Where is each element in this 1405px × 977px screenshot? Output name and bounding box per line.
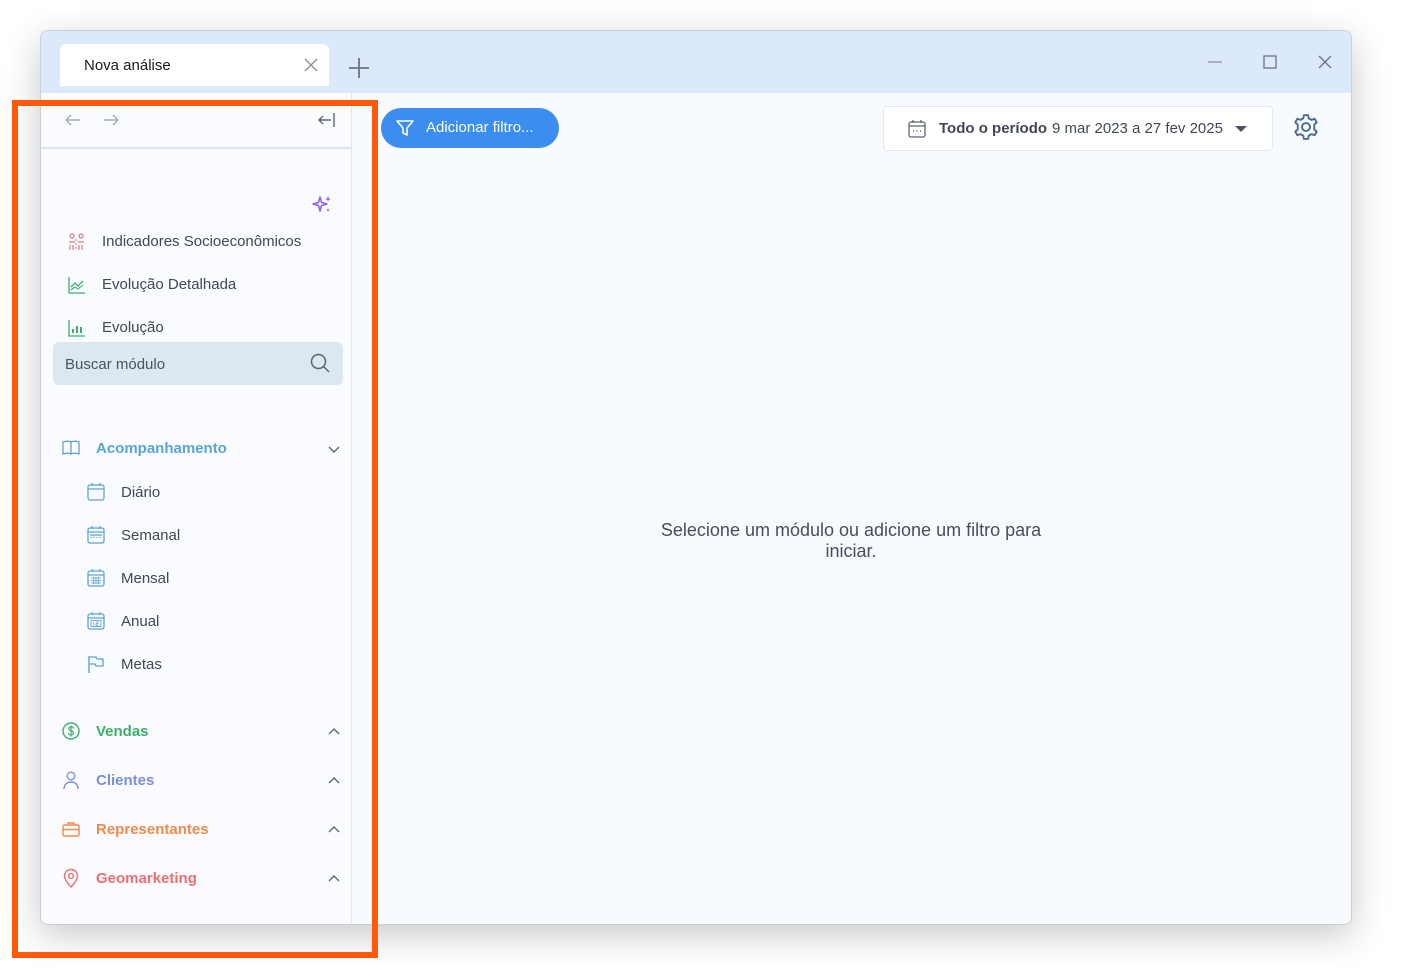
calendar-icon: [908, 120, 926, 138]
quick-link-label: Evolução: [102, 319, 164, 336]
book-icon: [62, 440, 80, 455]
title-bar: Nova análise: [41, 31, 1351, 93]
search-icon[interactable]: [309, 352, 331, 374]
section-label: Vendas: [96, 723, 149, 740]
sparkles-icon[interactable]: [311, 194, 333, 216]
sidebar-item-label: Mensal: [121, 570, 170, 587]
section-label: Acompanhamento: [96, 440, 227, 457]
briefcase-icon: [62, 822, 80, 837]
section-label: Representantes: [96, 821, 209, 838]
sidebar-nav: [41, 93, 351, 149]
chevron-up-icon[interactable]: [327, 823, 341, 837]
quick-link-label: Indicadores Socioeconômicos: [102, 233, 302, 250]
dollar-circle-icon: [62, 722, 80, 740]
sidebar-item-label: Metas: [121, 656, 162, 673]
close-icon[interactable]: [303, 57, 319, 73]
quick-link-evolucao[interactable]: Evolução: [67, 317, 337, 339]
section-geomarketing[interactable]: Geomarketing: [61, 867, 341, 891]
user-icon: [63, 771, 79, 790]
quick-link-label: Evolução Detalhada: [102, 276, 237, 293]
calendar-day-icon: [87, 483, 105, 501]
calendar-year-icon: [87, 612, 105, 630]
section-label: Geomarketing: [96, 870, 197, 887]
add-filter-button[interactable]: Adicionar filtro...: [381, 108, 559, 148]
tab-label: Nova análise: [84, 57, 171, 74]
gear-icon[interactable]: [1291, 112, 1321, 142]
sidebar-item-metas[interactable]: Metas: [86, 654, 326, 676]
maximize-icon[interactable]: [1261, 53, 1279, 71]
arrow-right-icon[interactable]: [102, 111, 120, 129]
quick-link-indicadores[interactable]: Indicadores Socioeconômicos: [67, 231, 337, 253]
collapse-sidebar-icon[interactable]: [317, 111, 335, 129]
sidebar-item-semanal[interactable]: Semanal: [86, 525, 326, 547]
tab-nova-analise[interactable]: Nova análise: [60, 44, 329, 86]
filter-icon: [396, 120, 414, 136]
chevron-up-icon[interactable]: [327, 872, 341, 886]
sidebar: Indicadores Socioeconômicos Evolução Det…: [41, 93, 352, 924]
bar-chart-icon: [68, 320, 85, 337]
empty-state-message: Selecione um módulo ou adicione um filtr…: [660, 520, 1042, 561]
flag-icon: [88, 656, 104, 673]
sidebar-item-mensal[interactable]: Mensal: [86, 568, 326, 590]
window-close-icon[interactable]: [1316, 53, 1334, 71]
period-label: Todo o período: [939, 120, 1048, 137]
period-range: 9 mar 2023 a 27 fev 2025: [1052, 120, 1223, 137]
quick-link-evolucao-detalhada[interactable]: Evolução Detalhada: [67, 274, 337, 296]
sidebar-item-label: Anual: [121, 613, 160, 630]
sidebar-item-label: Diário: [121, 484, 161, 501]
add-filter-label: Adicionar filtro...: [426, 119, 534, 136]
section-vendas[interactable]: Vendas: [61, 720, 341, 744]
section-acompanhamento[interactable]: Acompanhamento: [61, 437, 341, 461]
minimize-icon[interactable]: [1206, 53, 1224, 71]
people-chart-icon: [69, 233, 84, 250]
sidebar-item-anual[interactable]: Anual: [86, 611, 326, 633]
arrow-left-icon[interactable]: [64, 111, 82, 129]
map-pin-icon: [63, 868, 79, 888]
section-clientes[interactable]: Clientes: [61, 769, 341, 793]
caret-down-icon: [1235, 126, 1247, 132]
section-label: Clientes: [96, 772, 155, 789]
plus-icon[interactable]: [346, 55, 372, 81]
calendar-week-icon: [87, 526, 105, 544]
calendar-month-icon: [87, 569, 105, 587]
search-input[interactable]: [53, 342, 307, 387]
search-box: [53, 342, 343, 387]
chevron-down-icon[interactable]: [327, 442, 341, 456]
chevron-up-icon[interactable]: [327, 774, 341, 788]
chevron-up-icon[interactable]: [327, 725, 341, 739]
period-selector[interactable]: Todo o período 9 mar 2023 a 27 fev 2025: [883, 106, 1273, 151]
sidebar-item-diario[interactable]: Diário: [86, 482, 326, 504]
line-chart-icon: [68, 277, 85, 294]
sidebar-item-label: Semanal: [121, 527, 181, 544]
app-window: Nova análise Indicadores Socioeconômicos…: [40, 30, 1352, 925]
section-representantes[interactable]: Representantes: [61, 818, 341, 842]
